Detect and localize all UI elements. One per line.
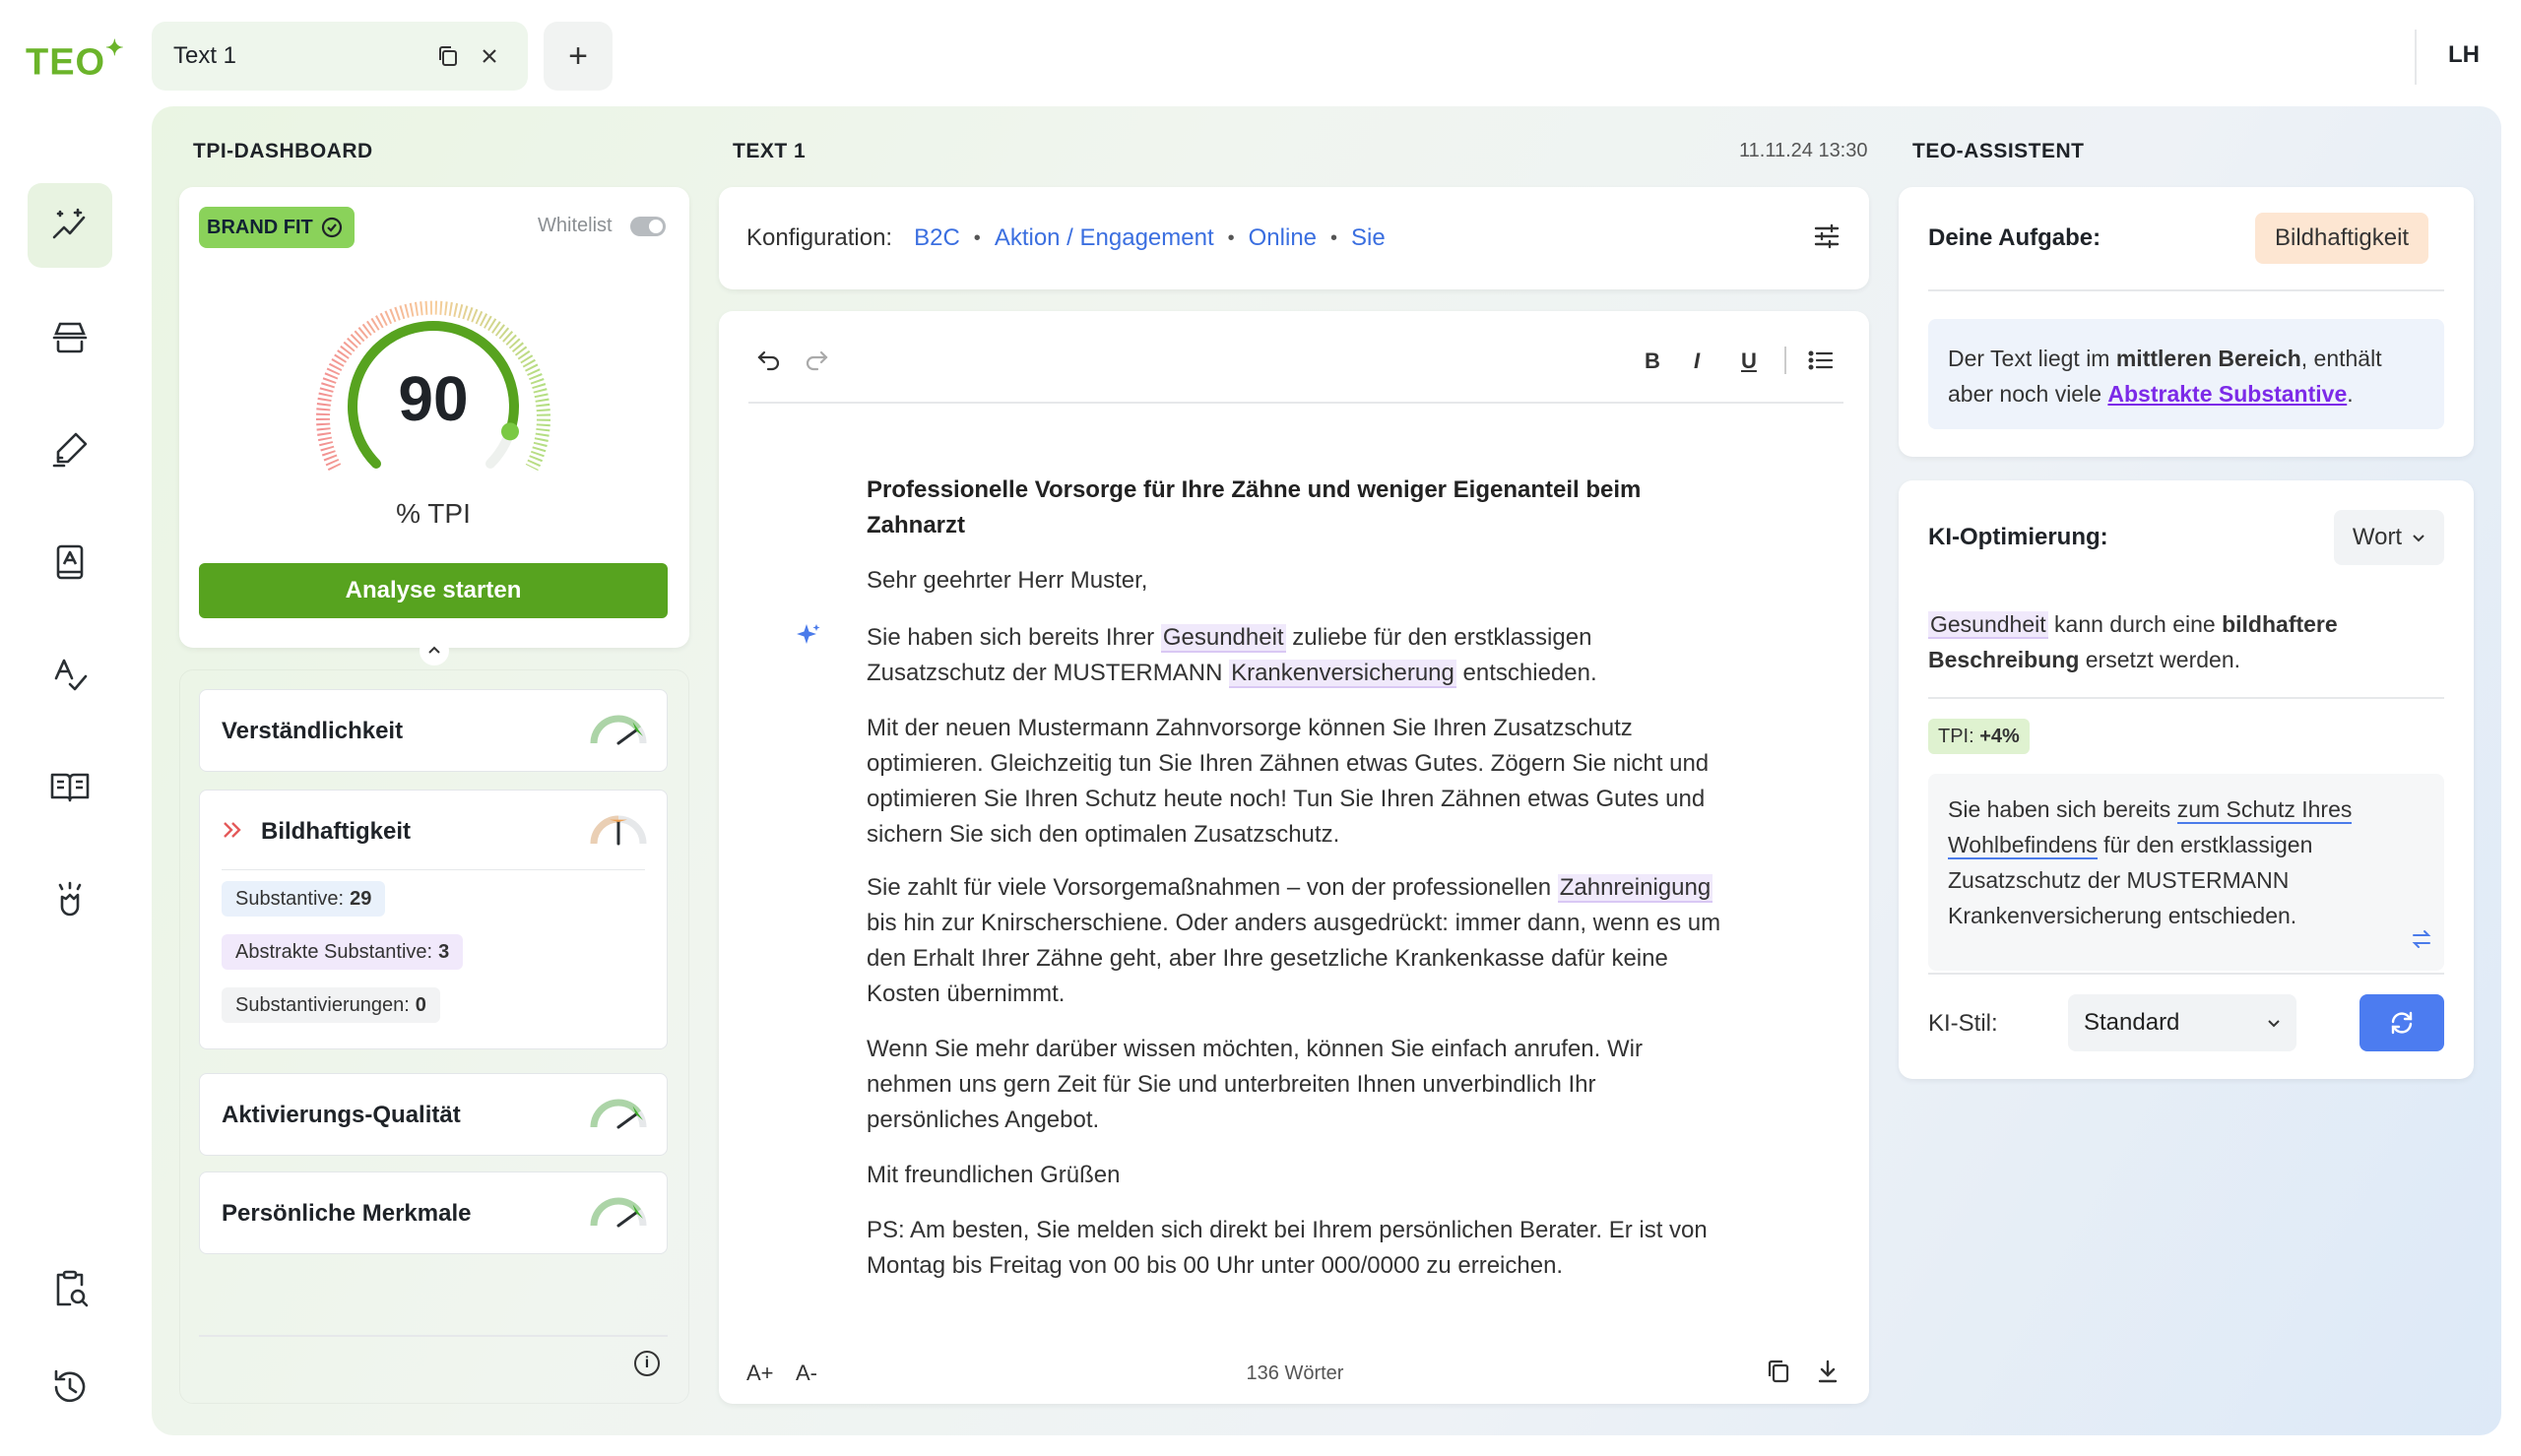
letter-salutation: Sehr geehrter Herr Muster, (867, 567, 1148, 594)
refresh-icon (2391, 1011, 2413, 1035)
download-icon[interactable] (1816, 1359, 1840, 1389)
word-count: 136 Wörter (1246, 1362, 1344, 1384)
rail-dictionary-button[interactable] (28, 520, 112, 604)
redo-icon[interactable] (804, 347, 829, 377)
tpi-unit: % TPI (396, 498, 471, 529)
open-book-icon (50, 773, 90, 802)
task-hint: Der Text liegt im mittleren Bereich, ent… (1928, 319, 2444, 429)
stack-icon (52, 322, 88, 353)
font-decrease-button[interactable]: A- (796, 1361, 817, 1386)
ki-mode-select[interactable]: Wort (2334, 510, 2444, 565)
duplicate-icon[interactable] (431, 39, 465, 73)
suggestion-intro: Gesundheit kann durch eine bildhaftere B… (1928, 611, 2338, 672)
metrics-panel (179, 669, 689, 1404)
config-address[interactable]: Sie (1351, 224, 1386, 252)
stil-label: KI-Stil: (1928, 1010, 1998, 1037)
letter-heading: Professionelle Vorsorge für Ihre Zähne u… (867, 476, 1642, 538)
hand-sparkle-icon (58, 881, 82, 917)
divider (1928, 973, 2444, 975)
config-goal[interactable]: Aktion / Engagement (995, 224, 1214, 252)
letter-paragraph-3: Sie zahlt für viele Vorsorgemaßnahmen – … (867, 874, 1721, 1007)
timestamp: 11.11.24 13:30 (1739, 140, 1868, 161)
suggestion-text[interactable]: Sie haben sich bereits zum Schutz Ihres … (1928, 774, 2444, 971)
history-icon (54, 1369, 86, 1403)
config-separator: • (973, 226, 981, 249)
add-tab-button[interactable]: + (544, 22, 613, 91)
toolbar-divider (1784, 347, 1786, 374)
teo-logo[interactable]: TEO✦ (26, 35, 125, 85)
spellcheck-icon (54, 659, 88, 691)
brand-fit-badge: BRAND FIT (199, 207, 355, 248)
rail-templates-button[interactable] (28, 295, 112, 380)
abstract-nouns-link[interactable]: Abstrakte Substantive (2107, 381, 2347, 407)
tpi-score: 90 (398, 363, 469, 434)
tpi-gain-badge: TPI: +4% (1928, 719, 2030, 754)
divider (1928, 289, 2444, 291)
chevron-down-icon (2268, 1020, 2280, 1028)
clipboard-search-icon (56, 1270, 89, 1307)
rail-analysis-button[interactable] (28, 183, 112, 268)
divider (2415, 30, 2417, 85)
rail-spellcheck-button[interactable] (28, 632, 112, 717)
brand-fit-label: BRAND FIT (207, 216, 313, 238)
config-separator: • (1330, 226, 1338, 249)
task-label: Deine Aufgabe: (1928, 224, 2101, 251)
editor-title: TEXT 1 (733, 140, 807, 162)
rail-review-button[interactable] (28, 1246, 112, 1331)
chevron-down-icon (2413, 535, 2424, 542)
divider (1928, 697, 2444, 699)
underline-button[interactable]: U (1741, 348, 1757, 374)
rail-guide-button[interactable] (28, 744, 112, 829)
task-badge: Bildhaftigkeit (2255, 213, 2429, 264)
config-audience[interactable]: B2C (914, 224, 960, 252)
whitelist-label: Whitelist (538, 215, 613, 236)
whitelist-toggle[interactable] (630, 217, 666, 236)
ai-sparkle-icon[interactable] (796, 622, 821, 653)
highlight-word[interactable]: Gesundheit (1160, 624, 1286, 653)
italic-button[interactable]: I (1694, 348, 1700, 374)
assistant-title: TEO-ASSISTENT (1912, 140, 2085, 162)
magic-wand-icon (52, 208, 86, 239)
rail-write-button[interactable] (28, 408, 112, 492)
undo-icon[interactable] (756, 347, 782, 377)
bullet-list-icon[interactable] (1808, 348, 1834, 377)
letter-closing: Mit freundlichen Grüßen (867, 1162, 1121, 1188)
font-increase-button[interactable]: A+ (746, 1361, 774, 1386)
letter-paragraph-2: Mit der neuen Mustermann Zahnvorsorge kö… (867, 715, 1710, 848)
regenerate-button[interactable] (2359, 994, 2444, 1051)
rail-feedback-button[interactable] (28, 856, 112, 941)
settings-sliders-icon[interactable] (1812, 222, 1842, 256)
book-letter-icon (56, 544, 84, 580)
config-channel[interactable]: Online (1249, 224, 1317, 252)
config-separator: • (1227, 226, 1235, 249)
document-tab[interactable]: Text 1 (152, 22, 528, 91)
swap-icon[interactable] (2411, 923, 2432, 959)
config-bar: Konfiguration: B2C • Aktion / Engagement… (719, 187, 1869, 289)
divider (748, 402, 1843, 404)
user-avatar[interactable]: LH (2448, 41, 2480, 69)
letter-paragraph-1: Sie haben sich bereits Ihrer Gesundheit … (867, 624, 1597, 688)
check-circle-icon (321, 217, 342, 238)
highlight-word: Gesundheit (1928, 611, 2048, 639)
highlight-word[interactable]: Krankenversicherung (1229, 660, 1456, 688)
pen-lines-icon (52, 432, 88, 468)
collapse-chevron-icon[interactable] (420, 636, 449, 665)
highlight-word[interactable]: Zahnreinigung (1557, 874, 1713, 903)
ki-style-select[interactable]: Standard (2068, 994, 2296, 1051)
letter-paragraph-4: Wenn Sie mehr darüber wissen möchten, kö… (867, 1036, 1643, 1133)
dashboard-title: TPI-DASHBOARD (193, 140, 373, 162)
tab-title: Text 1 (173, 42, 237, 69)
close-icon[interactable] (473, 39, 506, 73)
analyse-button[interactable]: Analyse starten (199, 563, 668, 618)
ki-label: KI-Optimierung: (1928, 524, 2108, 550)
copy-icon[interactable] (1767, 1359, 1790, 1389)
rail-history-button[interactable] (28, 1345, 112, 1429)
bold-button[interactable]: B (1645, 348, 1660, 374)
config-label: Konfiguration: (746, 224, 893, 251)
letter-postscript: PS: Am besten, Sie melden sich direkt be… (867, 1217, 1708, 1279)
